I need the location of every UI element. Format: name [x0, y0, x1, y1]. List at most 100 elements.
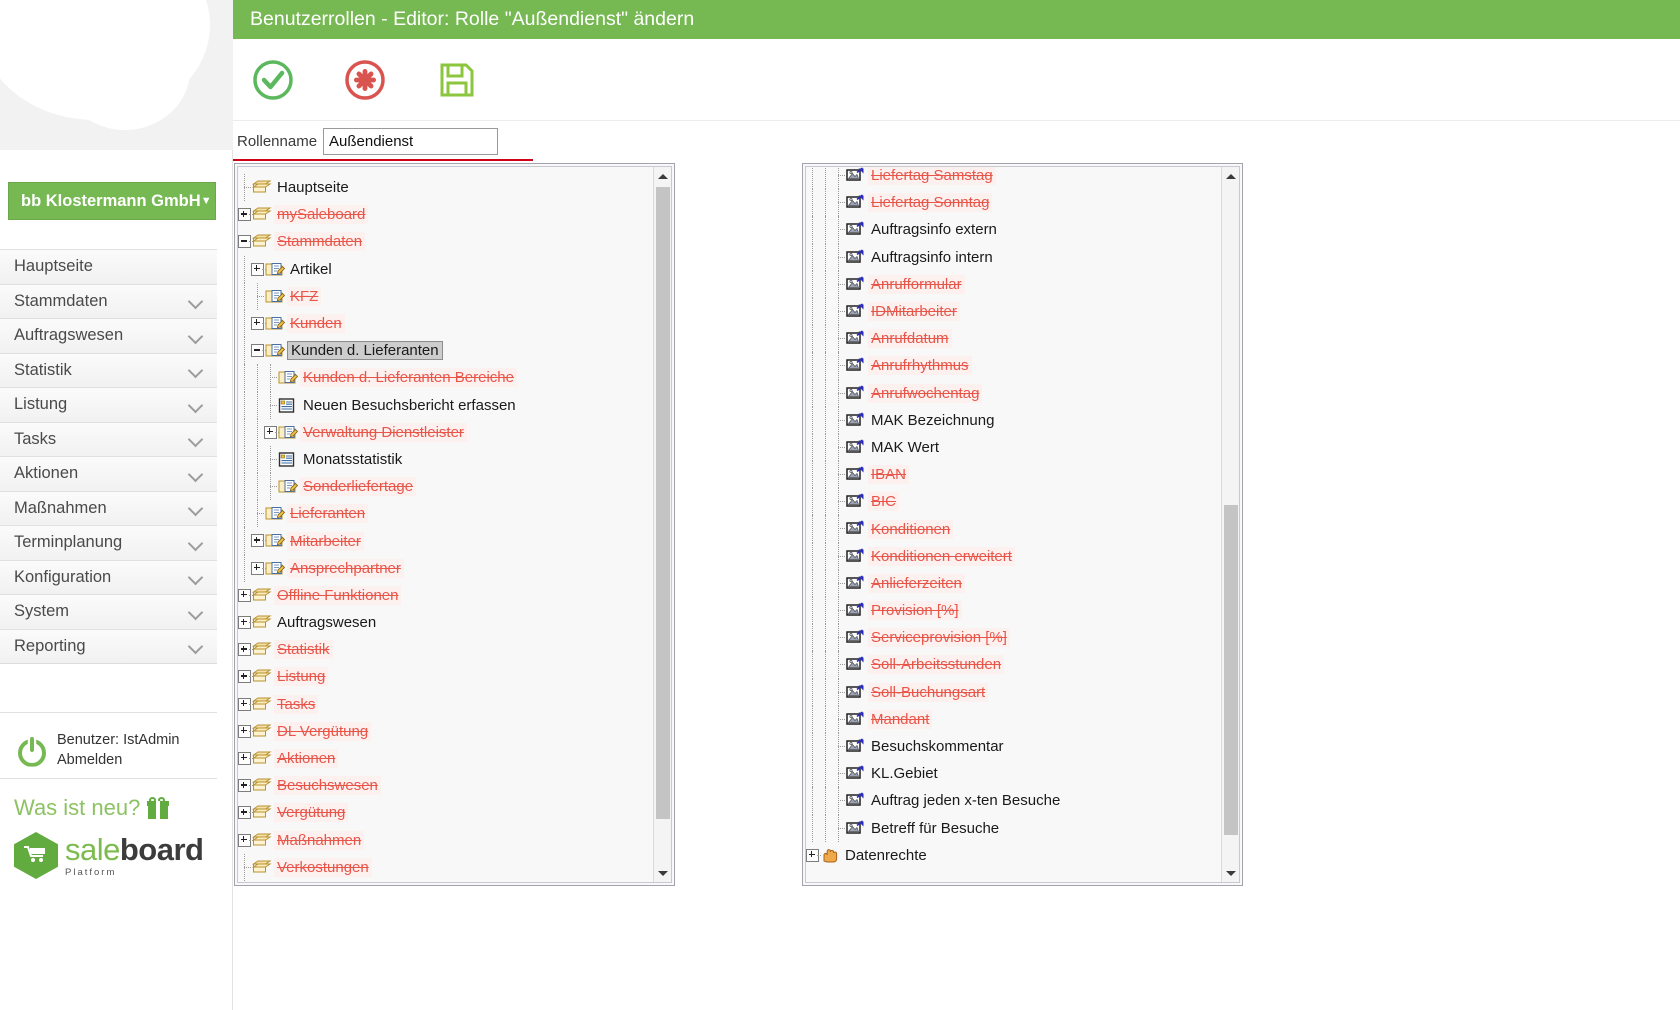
- tree-node[interactable]: Kunden d. Lieferanten: [238, 337, 653, 365]
- sidebar-item-aktionen[interactable]: Aktionen: [0, 456, 217, 492]
- tree-node[interactable]: Verwaltung Dienstleister: [238, 418, 653, 447]
- tree-expand-icon[interactable]: [251, 310, 266, 337]
- tree-node[interactable]: mySaleboard: [238, 201, 653, 228]
- logout-link[interactable]: Abmelden: [57, 752, 122, 768]
- tree-node[interactable]: Tasks: [238, 691, 653, 718]
- tree-expand-icon[interactable]: [238, 582, 253, 609]
- tree-expand-icon[interactable]: [806, 842, 821, 869]
- scroll-up-icon[interactable]: [654, 167, 671, 185]
- tree-expand-icon[interactable]: [238, 609, 253, 636]
- confirm-button[interactable]: [251, 58, 295, 102]
- tree-node[interactable]: Soll-Buchungsart: [806, 678, 1221, 706]
- tree-expand-icon[interactable]: [238, 691, 253, 718]
- tree-node[interactable]: Konditionen: [806, 515, 1221, 543]
- sidebar-item-ma-nahmen[interactable]: Maßnahmen: [0, 490, 217, 526]
- scroll-up-icon[interactable]: [1222, 167, 1239, 185]
- tree-node[interactable]: Anrufwochentag: [806, 379, 1221, 407]
- sidebar-item-auftragswesen[interactable]: Auftragswesen: [0, 318, 217, 354]
- tree-node[interactable]: Kunden d. Lieferanten Bereiche: [238, 364, 653, 392]
- tree-expand-icon[interactable]: [238, 772, 253, 799]
- tree-node[interactable]: Auftragsinfo extern: [806, 216, 1221, 244]
- tree-node[interactable]: Mitarbeiter: [238, 527, 653, 555]
- tree-node[interactable]: Neuen Besuchsbericht erfassen: [238, 391, 653, 419]
- tree-expand-icon[interactable]: [238, 201, 253, 228]
- tree-node[interactable]: Konditionen erweitert: [806, 542, 1221, 571]
- right-tree[interactable]: Liefertag Samstag Liefertag Sonntag Auftra…: [806, 167, 1221, 882]
- company-selector[interactable]: bb Klostermann GmbH ▼: [8, 182, 216, 220]
- tree-node[interactable]: Datenrechte: [806, 842, 1221, 869]
- tree-node[interactable]: Maßnahmen: [238, 827, 653, 854]
- tree-node[interactable]: Hauptseite: [238, 174, 653, 202]
- tree-node[interactable]: Artikel: [238, 255, 653, 283]
- scroll-down-icon[interactable]: [1222, 864, 1239, 882]
- sidebar-item-statistik[interactable]: Statistik: [0, 352, 217, 388]
- tree-node[interactable]: Auftrag jeden x-ten Besuche: [806, 787, 1221, 815]
- tree-node[interactable]: Aktionen: [238, 745, 653, 772]
- tree-node[interactable]: Kunden: [238, 309, 653, 338]
- tree-node[interactable]: Sonderliefertage: [238, 473, 653, 501]
- sidebar-item-konfiguration[interactable]: Konfiguration: [0, 559, 217, 595]
- tree-expand-icon[interactable]: [238, 827, 253, 854]
- tree-node[interactable]: Lieferanten: [238, 500, 653, 528]
- tree-node[interactable]: Besuchswesen: [238, 772, 653, 799]
- sidebar-item-hauptseite[interactable]: Hauptseite: [0, 249, 217, 285]
- sidebar-item-system[interactable]: System: [0, 594, 217, 630]
- tree-node[interactable]: Vergütung: [238, 799, 653, 826]
- tree-expand-icon[interactable]: [238, 663, 253, 690]
- tree-expand-icon[interactable]: [264, 419, 279, 446]
- tree-node[interactable]: MAK Bezeichnung: [806, 406, 1221, 435]
- sidebar-item-listung[interactable]: Listung: [0, 387, 217, 423]
- sidebar-item-reporting[interactable]: Reporting: [0, 628, 217, 664]
- tree-expand-icon[interactable]: [238, 718, 253, 745]
- tree-node[interactable]: Mandant: [806, 705, 1221, 734]
- tree-node[interactable]: MAK Wert: [806, 433, 1221, 462]
- left-scroll-thumb[interactable]: [656, 187, 670, 819]
- sidebar-item-terminplanung[interactable]: Terminplanung: [0, 525, 217, 561]
- tree-expand-icon[interactable]: [238, 636, 253, 663]
- left-tree[interactable]: Hauptseite mySaleboard Stammdaten Artikel KF…: [238, 167, 653, 882]
- tree-node[interactable]: IBAN: [806, 461, 1221, 489]
- tree-node[interactable]: Liefertag Sonntag: [806, 189, 1221, 217]
- tree-node[interactable]: Auftragsinfo intern: [806, 243, 1221, 271]
- tree-node[interactable]: KFZ: [238, 282, 653, 311]
- tree-node[interactable]: Anlieferzeiten: [806, 569, 1221, 598]
- tree-expand-icon[interactable]: [251, 256, 266, 283]
- tree-node[interactable]: Verkostungen: [238, 853, 653, 882]
- tree-expand-icon[interactable]: [251, 555, 266, 582]
- left-tree-scrollbar[interactable]: [653, 167, 671, 882]
- tree-node[interactable]: DL Vergütung: [238, 718, 653, 745]
- tree-node[interactable]: Stammdaten: [238, 228, 653, 255]
- tree-expand-icon[interactable]: [251, 527, 266, 554]
- sidebar-item-stammdaten[interactable]: Stammdaten: [0, 283, 217, 319]
- tree-node[interactable]: Listung: [238, 663, 653, 690]
- whats-new-link[interactable]: Was ist neu?: [0, 778, 217, 831]
- tree-node[interactable]: Ansprechpartner: [238, 554, 653, 583]
- right-tree-scrollbar[interactable]: [1221, 167, 1239, 882]
- user-block[interactable]: Benutzer: IstAdmin Abmelden: [0, 712, 217, 788]
- tree-node[interactable]: BIC: [806, 488, 1221, 516]
- tree-node[interactable]: Monatsstatistik: [238, 445, 653, 474]
- tree-node[interactable]: Statistik: [238, 636, 653, 663]
- tree-node[interactable]: Soll-Arbeitsstunden: [806, 651, 1221, 679]
- tree-node[interactable]: Provision [%]: [806, 597, 1221, 625]
- tree-node[interactable]: IDMitarbeiter: [806, 297, 1221, 326]
- save-button[interactable]: [435, 58, 479, 102]
- tree-node[interactable]: Anrufrhythmus: [806, 352, 1221, 380]
- right-scroll-thumb[interactable]: [1224, 505, 1238, 835]
- tree-node[interactable]: Betreff für Besuche: [806, 814, 1221, 842]
- tree-node[interactable]: Serviceprovision [%]: [806, 624, 1221, 652]
- tree-expand-icon[interactable]: [238, 799, 253, 826]
- tree-node[interactable]: Offline Funktionen: [238, 582, 653, 609]
- rolename-input[interactable]: [323, 127, 498, 155]
- tree-node[interactable]: Besuchskommentar: [806, 732, 1221, 761]
- scroll-down-icon[interactable]: [654, 864, 671, 882]
- tree-node[interactable]: Auftragswesen: [238, 609, 653, 636]
- tree-node[interactable]: Anrufformular: [806, 270, 1221, 299]
- sidebar-item-tasks[interactable]: Tasks: [0, 421, 217, 457]
- tree-node[interactable]: Liefertag Samstag: [806, 167, 1221, 190]
- tree-node[interactable]: KL.Gebiet: [806, 760, 1221, 788]
- tree-collapse-icon[interactable]: [251, 337, 266, 364]
- tree-collapse-icon[interactable]: [238, 228, 253, 255]
- cancel-button[interactable]: [343, 58, 387, 102]
- tree-node[interactable]: Anrufdatum: [806, 325, 1221, 353]
